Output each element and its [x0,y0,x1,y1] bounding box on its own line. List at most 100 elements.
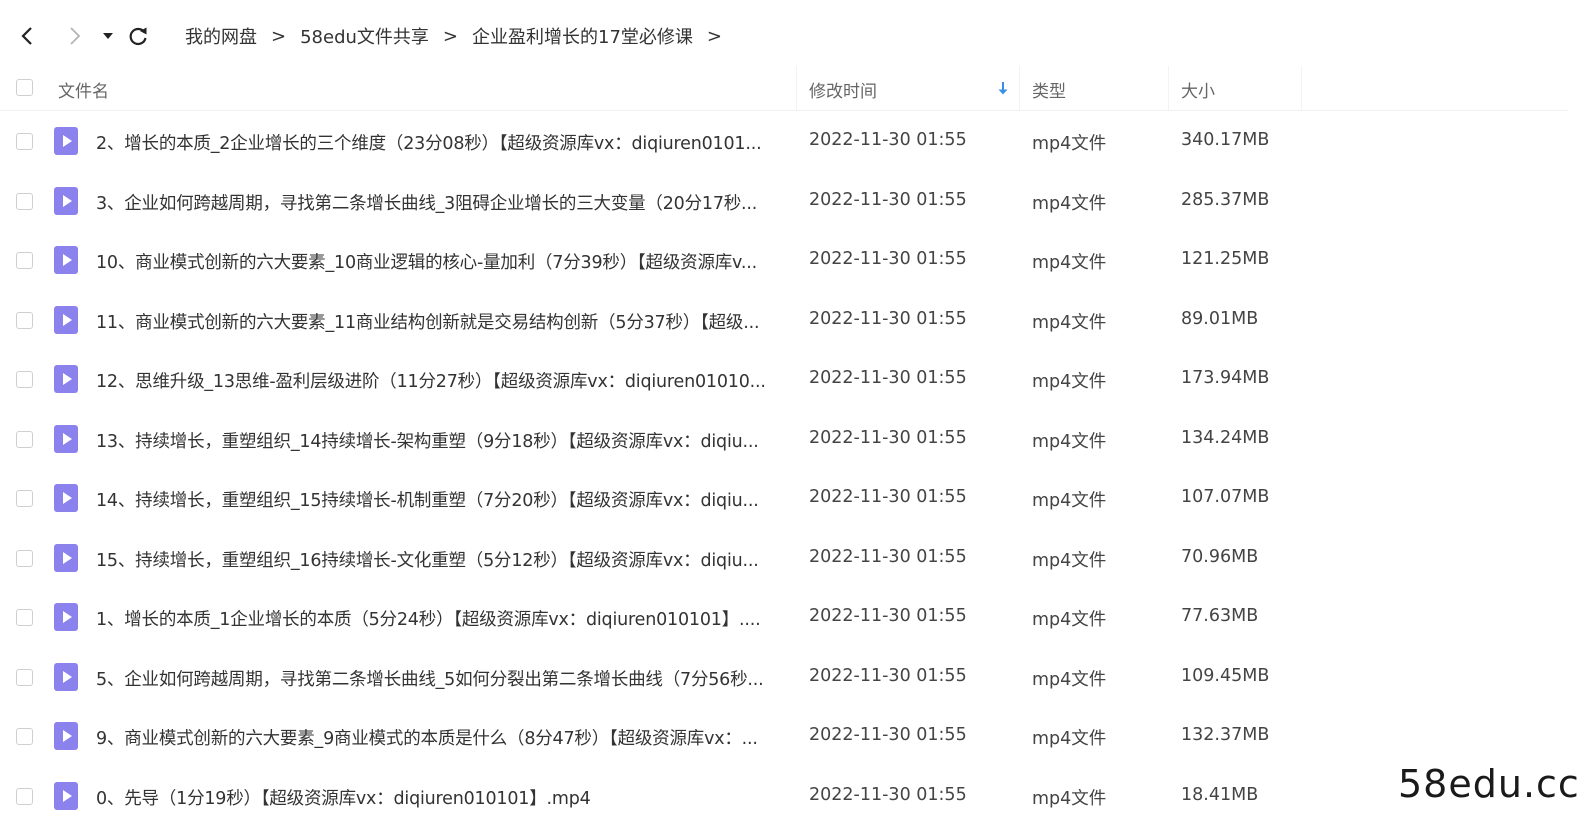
column-divider [1301,66,1302,110]
file-modified: 2022-11-30 01:55 [809,368,967,388]
column-header-type[interactable]: 类型 [1032,77,1066,102]
column-divider [1019,66,1020,110]
row-checkbox[interactable] [16,490,33,507]
video-file-icon [54,484,78,512]
file-modified: 2022-11-30 01:55 [809,249,967,269]
row-checkbox[interactable] [16,549,33,567]
video-file-icon [54,543,78,572]
table-row[interactable]: 14、持续增长，重塑组织_15持续增长-机制重塑（7分20秒）【超级资源库vx：… [0,469,1568,529]
chevron-left-icon [21,27,32,45]
row-checkbox[interactable] [16,311,33,329]
column-header-name[interactable]: 文件名 [58,77,109,102]
video-file-icon [54,722,78,750]
file-size: 109.45MB [1181,665,1270,686]
table-row[interactable]: 0、先导（1分19秒）【超级资源库vx：diqiuren010101】.mp4 … [0,767,1568,823]
breadcrumb-item-share[interactable]: 58edu文件共享 [300,23,429,49]
row-checkbox[interactable] [16,430,33,448]
column-header-size[interactable]: 大小 [1181,77,1215,102]
file-name[interactable]: 15、持续增长，重塑组织_16持续增长-文化重塑（5分12秒）【超级资源库vx：… [96,547,786,572]
row-checkbox[interactable] [16,252,33,269]
file-size: 173.94MB [1181,368,1270,388]
file-type: mp4文件 [1032,253,1107,273]
file-modified: 2022-11-30 01:55 [809,130,967,150]
file-type: mp4文件 [1032,372,1107,392]
table-row[interactable]: 2、增长的本质_2企业增长的三个维度（23分08秒）【超级资源库vx：diqiu… [0,112,1568,172]
refresh-button[interactable] [124,22,152,50]
video-file-icon [54,603,78,631]
file-browser: 我的网盘 > 58edu文件共享 > 企业盈利增长的17堂必修课 > 文件名 修… [0,0,1581,823]
table-row[interactable]: 3、企业如何跨越周期，寻找第二条增长曲线_3阻碍企业增长的三大变量（20分17秒… [0,172,1568,232]
table-row[interactable]: 5、企业如何跨越周期，寻找第二条增长曲线_5如何分裂出第二条增长曲线（7分56秒… [0,648,1568,708]
breadcrumb-separator: > [271,25,287,47]
table-row[interactable]: 11、商业模式创新的六大要素_11商业结构创新就是交易结构创新（5分37秒）【超… [0,291,1568,351]
row-checkbox[interactable] [16,609,33,626]
file-name[interactable]: 14、持续增长，重塑组织_15持续增长-机制重塑（7分20秒）【超级资源库vx：… [96,487,786,512]
video-file-icon [54,365,78,393]
video-file-icon [54,305,78,334]
column-divider [796,66,797,110]
forward-button[interactable] [60,22,88,50]
file-modified: 2022-11-30 01:55 [809,308,967,329]
file-name[interactable]: 2、增长的本质_2企业增长的三个维度（23分08秒）【超级资源库vx：diqiu… [96,130,786,155]
table-row[interactable]: 13、持续增长，重塑组织_14持续增长-架构重塑（9分18秒）【超级资源库vx：… [0,410,1568,470]
file-modified: 2022-11-30 01:55 [809,665,967,686]
file-size: 121.25MB [1181,249,1270,269]
column-divider [1168,66,1169,110]
file-type: mp4文件 [1032,491,1107,511]
row-checkbox[interactable] [16,787,33,805]
table-row[interactable]: 1、增长的本质_1企业增长的本质（5分24秒）【超级资源库vx：diqiuren… [0,588,1568,648]
file-name[interactable]: 5、企业如何跨越周期，寻找第二条增长曲线_5如何分裂出第二条增长曲线（7分56秒… [96,666,786,691]
file-type: mp4文件 [1032,193,1107,214]
row-checkbox[interactable] [16,728,33,745]
file-size: 285.37MB [1181,189,1270,210]
arrow-down-icon[interactable] [996,79,1010,97]
table-row[interactable]: 15、持续增长，重塑组织_16持续增长-文化重塑（5分12秒）【超级资源库vx：… [0,529,1568,589]
file-name[interactable]: 3、企业如何跨越周期，寻找第二条增长曲线_3阻碍企业增长的三大变量（20分17秒… [96,190,786,215]
file-type: mp4文件 [1032,312,1107,333]
chevron-right-icon [70,27,81,45]
breadcrumb-separator: > [706,25,722,47]
file-name[interactable]: 10、商业模式创新的六大要素_10商业逻辑的核心-量加利（7分39秒）【超级资源… [96,249,786,274]
column-header-modified[interactable]: 修改时间 [809,77,877,102]
file-modified: 2022-11-30 01:55 [809,487,967,507]
file-size: 77.63MB [1181,606,1259,626]
back-button[interactable] [14,22,42,50]
file-modified: 2022-11-30 01:55 [809,784,967,805]
file-type: mp4文件 [1032,788,1107,809]
breadcrumb-item-course[interactable]: 企业盈利增长的17堂必修课 [472,23,693,49]
file-name[interactable]: 13、持续增长，重塑组织_14持续增长-架构重塑（9分18秒）【超级资源库vx：… [96,428,786,453]
breadcrumb-item-my-drive[interactable]: 我的网盘 [185,23,257,49]
row-checkbox[interactable] [16,371,33,388]
file-size: 18.41MB [1181,784,1259,805]
file-name[interactable]: 12、思维升级_13思维-盈利层级进阶（11分27秒）【超级资源库vx：diqi… [96,368,786,393]
video-file-icon [54,424,78,453]
table-row[interactable]: 12、思维升级_13思维-盈利层级进阶（11分27秒）【超级资源库vx：diqi… [0,350,1568,410]
video-file-icon [54,246,78,274]
file-modified: 2022-11-30 01:55 [809,725,967,745]
select-all-checkbox[interactable] [16,79,33,96]
file-size: 340.17MB [1181,130,1270,150]
file-name[interactable]: 9、商业模式创新的六大要素_9商业模式的本质是什么（8分47秒）【超级资源库vx… [96,725,786,750]
file-modified: 2022-11-30 01:55 [809,546,967,567]
file-name[interactable]: 1、增长的本质_1企业增长的本质（5分24秒）【超级资源库vx：diqiuren… [96,606,786,631]
row-checkbox[interactable] [16,133,33,150]
video-file-icon [54,186,78,215]
history-dropdown-button[interactable] [94,22,122,50]
file-size: 134.24MB [1181,427,1270,448]
file-type: mp4文件 [1032,610,1107,630]
file-type: mp4文件 [1032,431,1107,452]
refresh-icon [129,27,147,46]
file-name[interactable]: 11、商业模式创新的六大要素_11商业结构创新就是交易结构创新（5分37秒）【超… [96,309,786,334]
breadcrumb-separator: > [442,25,458,47]
file-modified: 2022-11-30 01:55 [809,606,967,626]
table-row[interactable]: 9、商业模式创新的六大要素_9商业模式的本质是什么（8分47秒）【超级资源库vx… [0,707,1568,767]
row-checkbox[interactable] [16,668,33,686]
file-name[interactable]: 0、先导（1分19秒）【超级资源库vx：diqiuren010101】.mp4 [96,785,786,810]
file-type: mp4文件 [1032,550,1107,571]
file-list-header: 文件名 修改时间 类型 大小 [0,66,1568,111]
file-size: 89.01MB [1181,308,1259,329]
video-file-icon [54,662,78,691]
table-row[interactable]: 10、商业模式创新的六大要素_10商业逻辑的核心-量加利（7分39秒）【超级资源… [0,231,1568,291]
breadcrumb: 我的网盘 > 58edu文件共享 > 企业盈利增长的17堂必修课 > [185,22,736,50]
row-checkbox[interactable] [16,192,33,210]
